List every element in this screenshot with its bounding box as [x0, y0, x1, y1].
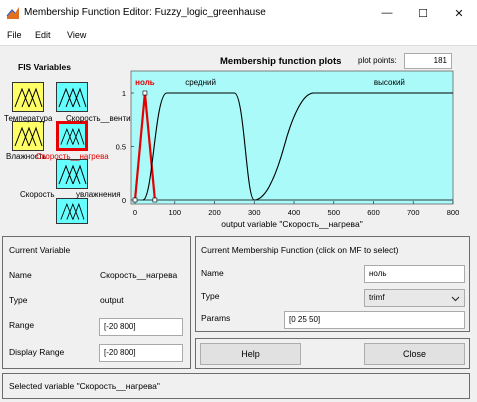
- y-tick-label: 0: [122, 196, 126, 205]
- mf-params-input[interactable]: [0 25 50]: [284, 311, 465, 329]
- mf-name-label: Name: [201, 268, 224, 278]
- variable-name-value: Скорость__нагрева: [100, 270, 178, 280]
- variable-type-value: output: [100, 295, 124, 305]
- display-range-label: Display Range: [9, 347, 65, 357]
- mf-type-value: trimf: [369, 293, 385, 302]
- x-tick-label: 0: [133, 208, 137, 217]
- help-button[interactable]: Help: [200, 343, 301, 365]
- mf-params-label: Params: [201, 313, 231, 323]
- mf-type-select[interactable]: trimf: [364, 289, 465, 307]
- plot-area[interactable]: [130, 70, 454, 205]
- mf-label-1[interactable]: средний: [185, 78, 216, 87]
- chevron-down-icon[interactable]: [451, 294, 460, 303]
- y-tick-label: 0.5: [116, 143, 126, 152]
- variable-type-label: Type: [9, 295, 28, 305]
- x-tick-label: 800: [447, 208, 460, 217]
- display-range-input[interactable]: [-20 800]: [99, 344, 183, 362]
- x-tick-label: 100: [168, 208, 181, 217]
- close-button[interactable]: Close: [364, 343, 465, 365]
- mf-type-label: Type: [201, 291, 220, 301]
- membership-function-plot[interactable]: 0 0.5 1 0 100 200 300 400 500 600 700 800 ноль сред…: [0, 0, 477, 232]
- range-input[interactable]: [-20 800]: [99, 318, 183, 336]
- mf-handle[interactable]: [142, 90, 148, 96]
- current-variable-title: Current Variable: [9, 245, 71, 255]
- x-tick-label: 400: [288, 208, 301, 217]
- x-tick-label: 700: [407, 208, 420, 217]
- x-tick-label: 300: [248, 208, 261, 217]
- current-mf-title: Current Membership Function (click on MF…: [201, 245, 399, 255]
- y-tick-label: 1: [122, 89, 126, 98]
- variable-name-label: Name: [9, 270, 32, 280]
- mf-label-2[interactable]: высокий: [374, 78, 405, 87]
- mf-name-input[interactable]: ноль: [364, 265, 465, 283]
- range-label: Range: [9, 320, 35, 330]
- mf-handle[interactable]: [152, 197, 158, 203]
- plot-xlabel: output variable "Скорость__нагрева": [221, 219, 362, 229]
- status-bar: Selected variable "Скорость__нагрева": [2, 373, 470, 399]
- x-tick-label: 500: [327, 208, 340, 217]
- x-tick-label: 200: [208, 208, 221, 217]
- x-tick-label: 600: [367, 208, 380, 217]
- mf-label-0[interactable]: ноль: [135, 78, 155, 87]
- mf-handle[interactable]: [132, 197, 138, 203]
